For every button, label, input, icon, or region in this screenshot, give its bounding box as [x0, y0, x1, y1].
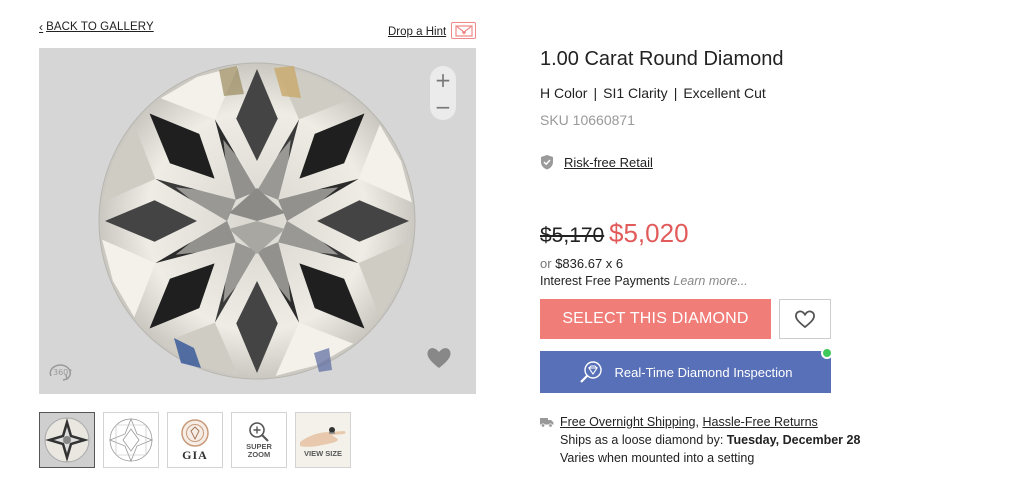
- sale-price: $5,020: [609, 218, 689, 248]
- add-to-favorites-button[interactable]: [779, 299, 831, 339]
- gia-label: GIA: [182, 447, 208, 462]
- ships-by-text: Ships as a loose diamond by: Tuesday, De…: [540, 431, 860, 449]
- hand-ring-icon: [300, 427, 346, 447]
- interest-free-label: Interest Free Payments: [540, 274, 670, 288]
- mounted-note: Varies when mounted into a setting: [560, 451, 755, 465]
- zoom-out-button[interactable]: −: [435, 97, 452, 117]
- thumbnail-gia-certificate[interactable]: GIA: [167, 412, 223, 468]
- thumbnail-diagram[interactable]: [103, 412, 159, 468]
- diamond-image-viewer[interactable]: + − 360°: [39, 48, 476, 394]
- back-to-gallery-link[interactable]: ‹ BACK TO GALLERY: [39, 20, 154, 34]
- free-shipping-link[interactable]: Free Overnight Shipping: [560, 415, 696, 429]
- learn-more-link[interactable]: Learn more...: [673, 274, 747, 288]
- view-size-label: VIEW SIZE: [304, 449, 342, 458]
- spec-clarity: SI1 Clarity: [603, 85, 668, 101]
- chevron-left-icon: ‹: [39, 20, 44, 34]
- zoom-in-button[interactable]: +: [435, 70, 452, 90]
- envelope-heart-icon[interactable]: [451, 22, 476, 39]
- diamond-magnifier-icon: [579, 361, 602, 383]
- thumbnail-super-zoom[interactable]: SUPER ZOOM: [231, 412, 287, 468]
- spec-color: H Color: [540, 85, 588, 101]
- original-price: $5,170: [540, 224, 605, 247]
- free-returns-link[interactable]: Hassle-Free Returns: [702, 415, 817, 429]
- rotate-360-label: 360°: [53, 368, 72, 377]
- shield-check-icon: [541, 155, 553, 170]
- real-time-inspection-button[interactable]: Real-Time Diamond Inspection: [540, 351, 831, 393]
- diamond-diagram-icon: [108, 417, 154, 463]
- product-specs: H Color | SI1 Clarity | Excellent Cut: [540, 85, 766, 101]
- shipping-info: Free Overnight Shipping, Hassle-Free Ret…: [540, 413, 860, 467]
- drop-a-hint-link[interactable]: Drop a Hint: [388, 26, 446, 38]
- installment-text: or $836.67 x 6: [540, 256, 623, 271]
- select-diamond-button[interactable]: SELECT THIS DIAMOND: [540, 299, 771, 339]
- back-to-gallery-label: BACK TO GALLERY: [46, 21, 154, 33]
- spec-separator: |: [593, 85, 598, 101]
- heart-icon[interactable]: [424, 344, 454, 370]
- thumbnail-photo[interactable]: [39, 412, 95, 468]
- spec-separator: |: [673, 85, 678, 101]
- diamond-image: [98, 62, 416, 380]
- ships-by-date: Tuesday, December 28: [726, 433, 861, 447]
- interest-free-text: Interest Free Payments Learn more...: [540, 274, 748, 288]
- real-time-inspection-label: Real-Time Diamond Inspection: [614, 364, 793, 380]
- truck-icon: [540, 417, 554, 428]
- zoom-control: + −: [430, 66, 456, 120]
- heart-outline-icon: [795, 310, 815, 329]
- live-status-dot: [821, 347, 833, 359]
- installment-or: or: [540, 256, 552, 271]
- magnifier-plus-icon: [249, 422, 269, 442]
- ships-by-prefix: Ships as a loose diamond by:: [560, 433, 724, 447]
- installment-amount: $836.67 x 6: [555, 256, 624, 271]
- diamond-thumbnail-icon: [44, 417, 90, 463]
- product-title: 1.00 Carat Round Diamond: [540, 48, 784, 70]
- spec-cut: Excellent Cut: [683, 85, 766, 101]
- sku-text: SKU 10660871: [540, 112, 635, 128]
- gia-seal-icon: [181, 418, 209, 447]
- rotate-360-icon[interactable]: 360°: [47, 359, 75, 385]
- risk-free-retail-label: Risk-free Retail: [564, 154, 653, 170]
- shipping-comma: ,: [695, 415, 699, 429]
- super-zoom-label: SUPER ZOOM: [246, 442, 272, 459]
- thumbnail-strip: GIA SUPER ZOOM VIEW SIZE: [39, 412, 351, 468]
- risk-free-retail[interactable]: Risk-free Retail: [540, 154, 653, 170]
- thumbnail-view-size[interactable]: VIEW SIZE: [295, 412, 351, 468]
